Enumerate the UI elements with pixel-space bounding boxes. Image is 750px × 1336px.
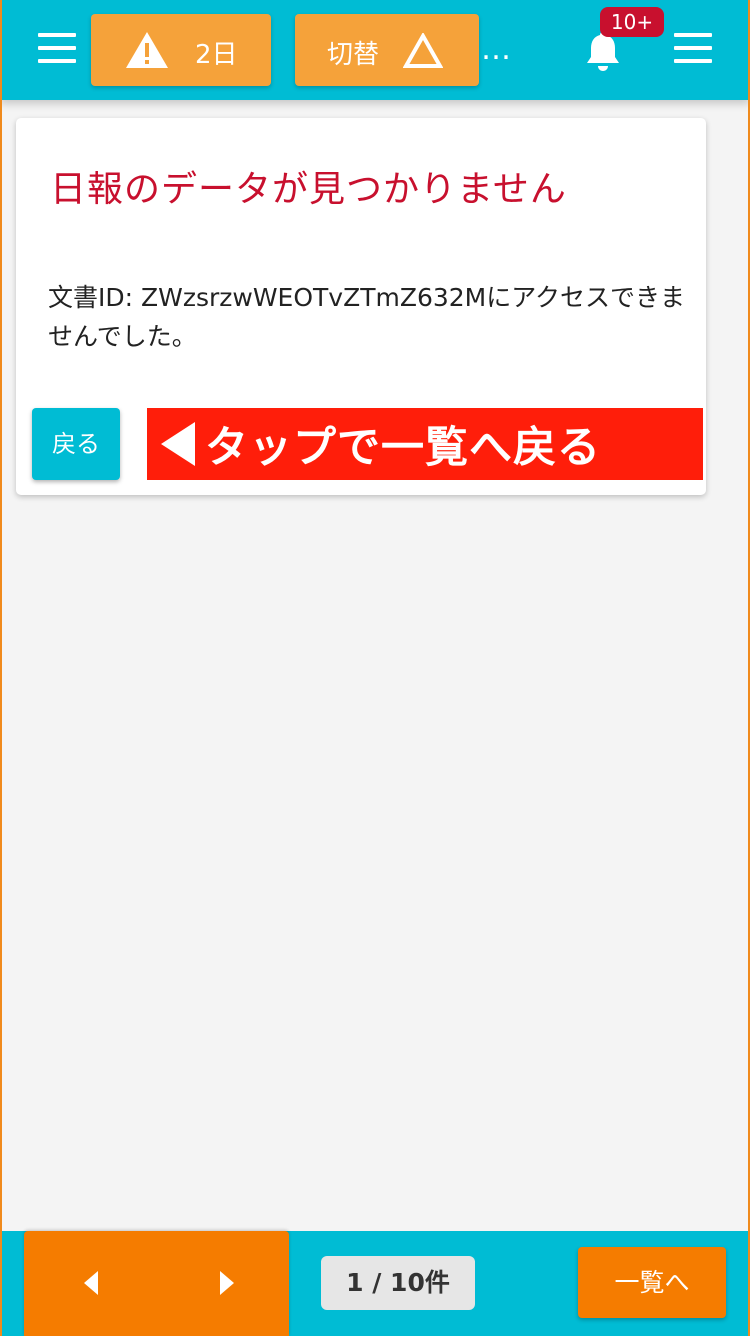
tap-back-banner-label: タップで一覧へ戻る — [205, 423, 601, 473]
switch-button-label: 切替 — [327, 40, 380, 70]
more-options-button[interactable]: … — [481, 32, 514, 67]
next-arrow-icon[interactable] — [218, 1269, 236, 1297]
error-card: 日報のデータが見つかりません 文書ID: ZWzsrzwWEOTvZTmZ632… — [16, 118, 706, 495]
menu-icon[interactable] — [674, 33, 712, 63]
prev-arrow-icon[interactable] — [82, 1269, 100, 1297]
list-button[interactable]: 一覧へ — [578, 1247, 726, 1318]
error-title: 日報のデータが見つかりません — [50, 169, 567, 210]
page-indicator: 1 / 10件 — [321, 1256, 475, 1310]
tap-back-banner[interactable]: タップで一覧へ戻る — [147, 408, 703, 480]
notification-badge: 10+ — [600, 7, 664, 37]
menu-icon[interactable] — [38, 33, 76, 63]
left-triangle-icon — [161, 422, 195, 466]
pager-nav — [24, 1231, 289, 1336]
switch-button[interactable]: 切替 — [295, 14, 479, 86]
triangle-outline-icon — [403, 33, 443, 68]
alert-button[interactable]: 2日 — [91, 14, 271, 86]
error-message: 文書ID: ZWzsrzwWEOTvZTmZ632Mにアクセスできませんでした。 — [48, 283, 686, 351]
back-button[interactable]: 戻る — [32, 408, 120, 480]
alert-button-label: 2日 — [195, 40, 238, 70]
warning-icon — [126, 32, 168, 68]
